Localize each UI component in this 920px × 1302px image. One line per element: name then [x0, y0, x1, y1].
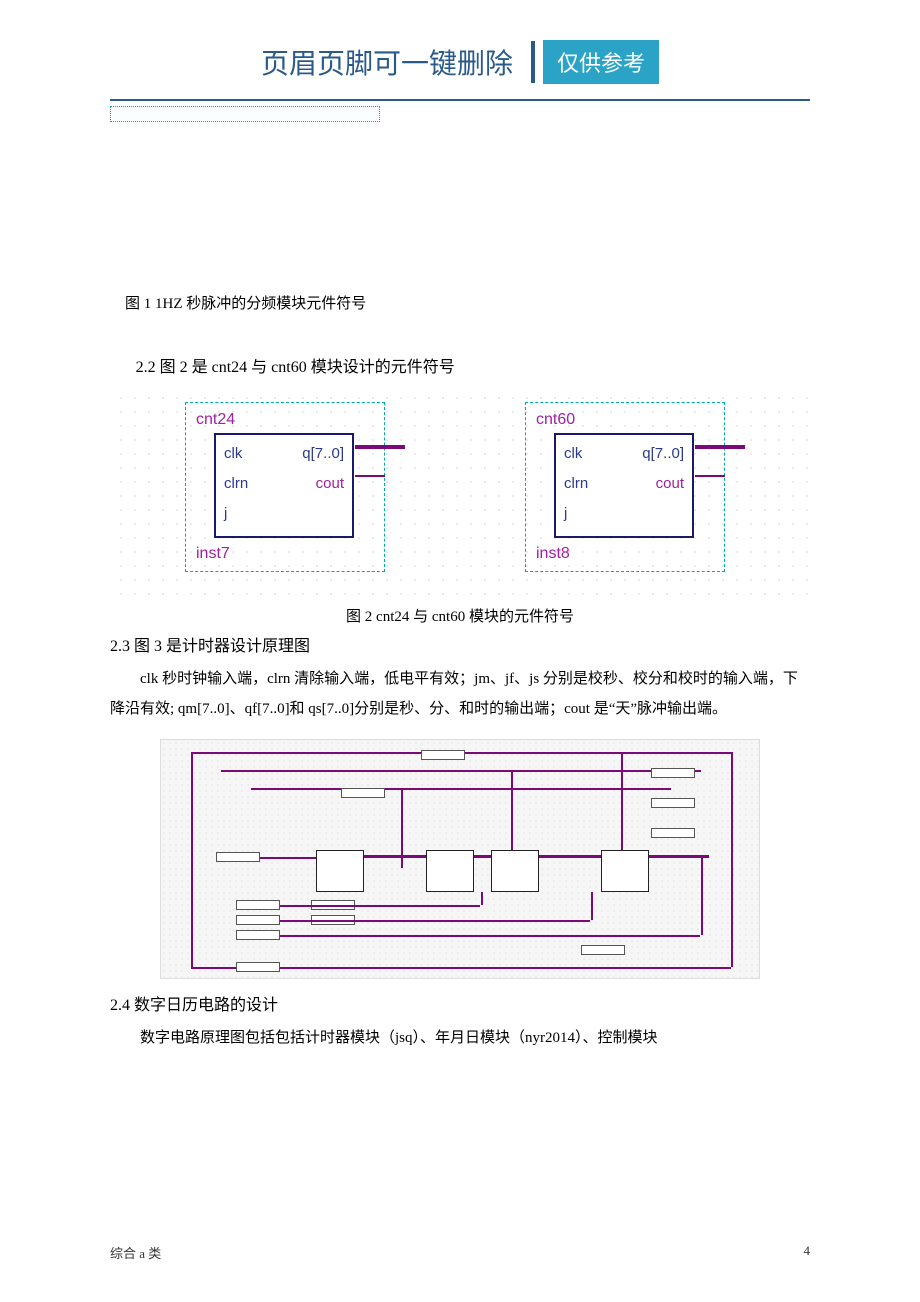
sch-wire	[280, 905, 480, 907]
bus-wire-q2	[695, 445, 745, 449]
section-2-4-heading: 2.4 数字日历电路的设计	[110, 991, 810, 1015]
block-jsq2	[426, 850, 474, 892]
page-header: 页眉页脚可一键删除 仅供参考	[110, 0, 810, 101]
header-title: 页眉页脚可一键删除	[261, 42, 513, 82]
module-name-cnt60: cnt60	[536, 411, 575, 429]
figure3-schematic	[160, 739, 760, 979]
section-2-4-body: 数字电路原理图包括包括计时器模块（jsq）、年月日模块（nyr2014）、控制模…	[110, 1023, 810, 1053]
sch-wire	[221, 770, 701, 772]
module-inst-8: inst8	[536, 545, 570, 563]
port-cout2: cout	[656, 475, 684, 492]
section-2-3-body: clk 秒时钟输入端，clrn 清除输入端，低电平有效；jm、jf、js 分别是…	[110, 664, 810, 724]
port-q2: q[7..0]	[642, 445, 684, 462]
section-2-3-heading: 2.3 图 3 是计时器设计原理图	[110, 632, 810, 656]
sch-bus	[539, 855, 601, 858]
input-pin-js	[236, 930, 280, 940]
sch-wire	[701, 855, 703, 935]
sch-wire	[591, 892, 593, 920]
port-cout: cout	[316, 475, 344, 492]
wire-cout1	[355, 475, 385, 477]
sch-wire	[511, 770, 513, 860]
port-j2: j	[564, 505, 567, 522]
output-pin	[421, 750, 465, 760]
module-name-cnt24: cnt24	[196, 411, 235, 429]
bus-wire-q1	[355, 445, 405, 449]
figure1-stub	[110, 106, 380, 122]
port-q: q[7..0]	[302, 445, 344, 462]
sch-wire	[731, 752, 733, 967]
section-2-2-heading: 2.2 图 2 是 cnt24 与 cnt60 模块设计的元件符号	[110, 353, 810, 377]
module-cnt60: cnt60 clk clrn j q[7..0] cout inst8	[525, 402, 725, 572]
module-inst-7: inst7	[196, 545, 230, 563]
module-body-cnt24: clk clrn j q[7..0] cout	[214, 433, 354, 538]
port-clk: clk	[224, 445, 242, 462]
figure1-caption: 图 1 1HZ 秒脉冲的分频模块元件符号	[110, 292, 810, 313]
output-pin	[341, 788, 385, 798]
input-pin-clk	[216, 852, 260, 862]
output-pin	[651, 768, 695, 778]
figure2-diagram: cnt24 clk clrn j q[7..0] cout inst7 cnt6…	[110, 387, 810, 597]
figure2-caption: 图 2 cnt24 与 cnt60 模块的元件符号	[110, 605, 810, 626]
input-pin-clrn	[236, 962, 280, 972]
module-body-cnt60: clk clrn j q[7..0] cout	[554, 433, 694, 538]
sch-wire	[280, 920, 590, 922]
footer-category: 综合 a 类	[110, 1243, 161, 1262]
header-badge: 仅供参考	[543, 40, 659, 84]
sch-bus	[649, 855, 709, 858]
input-pin-jm	[236, 900, 280, 910]
block-jsq3	[491, 850, 539, 892]
port-clrn2: clrn	[564, 475, 588, 492]
sch-wire	[280, 935, 700, 937]
input-pin-jf	[236, 915, 280, 925]
pin	[581, 945, 625, 955]
port-clrn: clrn	[224, 475, 248, 492]
sch-wire	[191, 752, 193, 967]
module-cnt24: cnt24 clk clrn j q[7..0] cout inst7	[185, 402, 385, 572]
port-j: j	[224, 505, 227, 522]
wire-cout2	[695, 475, 725, 477]
block-jsq4	[601, 850, 649, 892]
port-clk2: clk	[564, 445, 582, 462]
sch-wire	[481, 892, 483, 905]
page-footer: 综合 a 类 4	[110, 1243, 810, 1262]
sch-bus	[474, 855, 491, 858]
block-jsq1	[316, 850, 364, 892]
sch-wire	[251, 788, 671, 790]
output-pin	[651, 828, 695, 838]
sch-wire	[621, 752, 623, 852]
sch-bus	[364, 855, 426, 858]
content-area: 图 1 1HZ 秒脉冲的分频模块元件符号 2.2 图 2 是 cnt24 与 c…	[0, 106, 920, 1053]
header-divider	[531, 41, 535, 83]
page-number: 4	[804, 1243, 811, 1262]
output-pin	[651, 798, 695, 808]
sch-wire	[260, 857, 316, 859]
